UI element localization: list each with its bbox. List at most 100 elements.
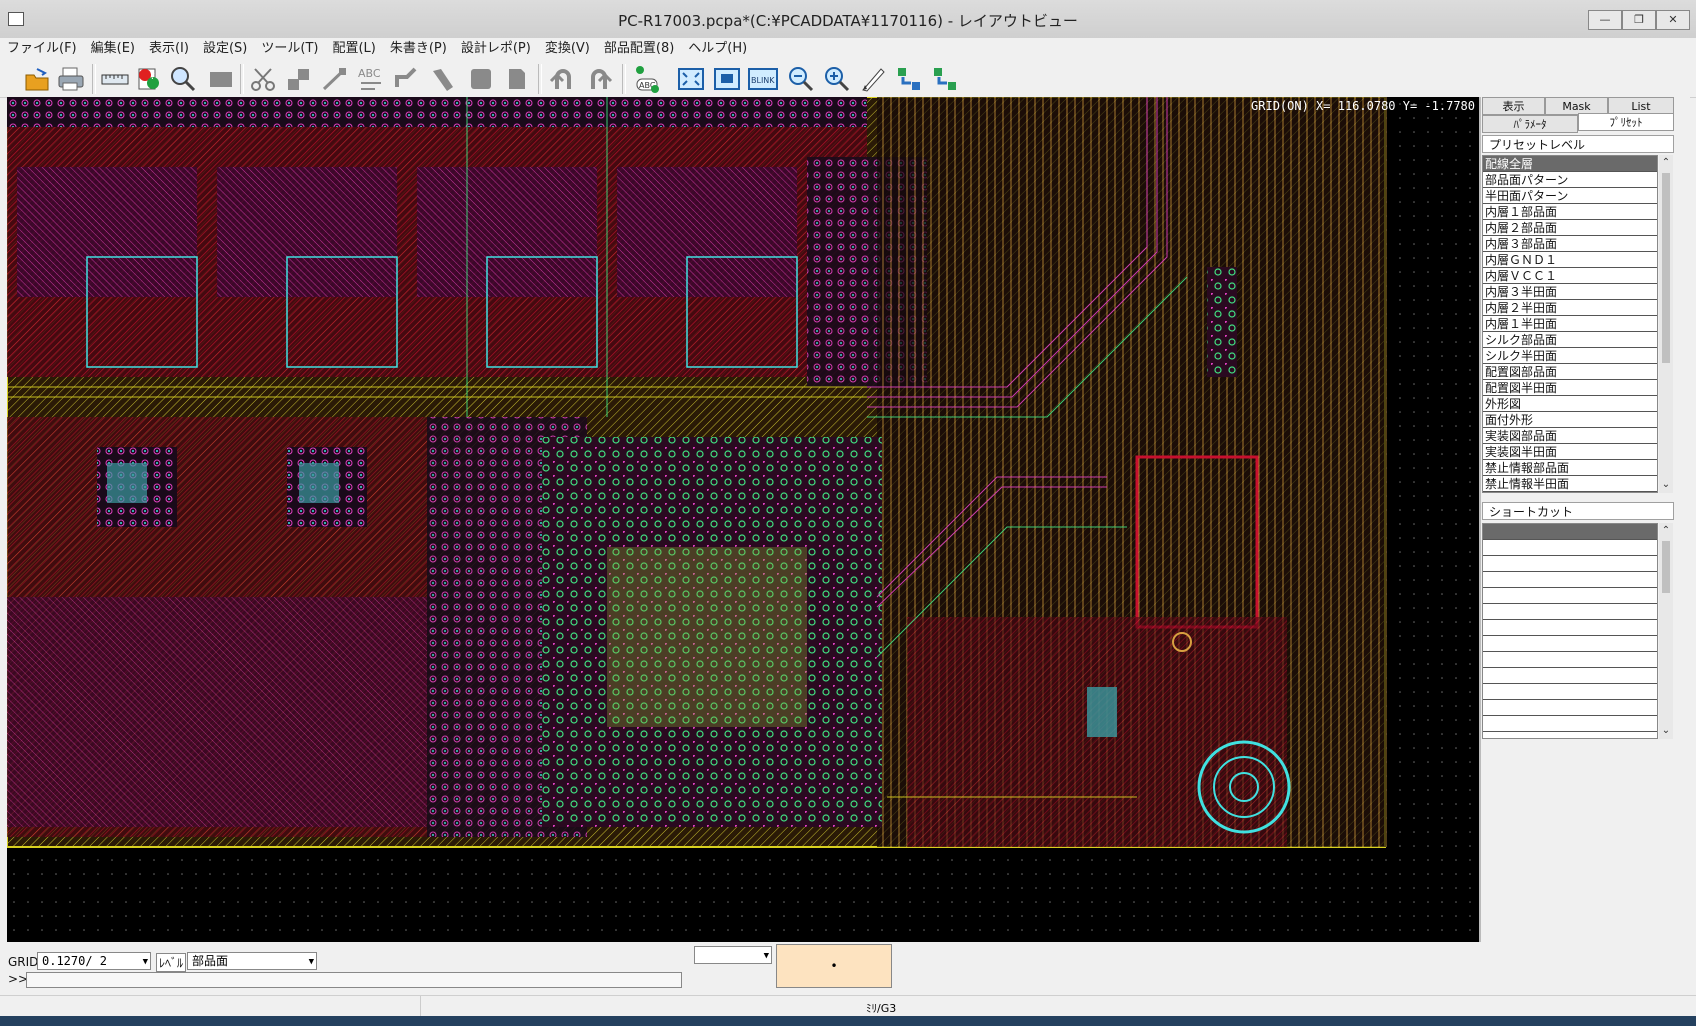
- cut-button[interactable]: [248, 64, 278, 94]
- window-title: PC-R17003.pcpa*(C:¥PCADDATA¥1170116) - レ…: [618, 12, 1078, 30]
- blink-button[interactable]: BLINK: [748, 64, 778, 94]
- preset-level-item[interactable]: 内層ＶＣＣ１: [1483, 268, 1657, 284]
- chevron-down-icon: ▼: [142, 957, 148, 967]
- shortcut-item[interactable]: [1483, 652, 1657, 668]
- link-button[interactable]: [894, 64, 924, 94]
- text-button[interactable]: ABC: [356, 64, 386, 94]
- move-button[interactable]: [284, 64, 314, 94]
- shortcut-item[interactable]: [1483, 572, 1657, 588]
- text-icon: ABC: [358, 67, 381, 90]
- zoom-out-button[interactable]: [786, 64, 816, 94]
- menu-part-placement[interactable]: 部品配置(8): [597, 38, 681, 60]
- layout-canvas[interactable]: GRID(ON) X= 116.0780 Y= -1.7780: [7, 97, 1479, 942]
- menu-help[interactable]: ヘルプ(H): [681, 38, 754, 60]
- shortcut-item[interactable]: [1483, 588, 1657, 604]
- preset-level-item[interactable]: 内層１部品面: [1483, 204, 1657, 220]
- layers-button[interactable]: ?: [134, 64, 164, 94]
- wire-button[interactable]: [320, 64, 350, 94]
- open-button[interactable]: [22, 64, 52, 94]
- pad2-button[interactable]: [466, 64, 496, 94]
- undo-button[interactable]: [548, 64, 578, 94]
- shortcut-list-scrollbar[interactable]: ⌃ ⌄: [1659, 523, 1673, 739]
- print-button[interactable]: [56, 64, 86, 94]
- scroll-up-icon[interactable]: ⌃: [1659, 523, 1673, 539]
- shortcut-item[interactable]: [1483, 524, 1657, 540]
- close-button[interactable]: ✕: [1656, 10, 1690, 30]
- shortcut-item[interactable]: [1483, 700, 1657, 716]
- preset-level-item[interactable]: 禁止情報半田面: [1483, 476, 1657, 492]
- level-select[interactable]: 部品面 ▼: [187, 952, 317, 970]
- preset-level-item[interactable]: 内層ＧＮＤ１: [1483, 252, 1657, 268]
- shortcut-item[interactable]: [1483, 556, 1657, 572]
- preset-level-item[interactable]: 配置図部品面: [1483, 364, 1657, 380]
- command-input[interactable]: [26, 972, 682, 988]
- tab-display[interactable]: 表示: [1482, 97, 1545, 115]
- minimize-button[interactable]: —: [1588, 10, 1622, 30]
- menu-file[interactable]: ファイル(F): [0, 38, 84, 60]
- preset-level-item[interactable]: 実装図部品面: [1483, 428, 1657, 444]
- abc-button[interactable]: ABC: [632, 64, 662, 94]
- redo-button[interactable]: [584, 64, 614, 94]
- shortcut-item[interactable]: [1483, 684, 1657, 700]
- grid-select[interactable]: 0.1270/ 2 ▼: [37, 952, 151, 970]
- route-button[interactable]: [392, 64, 422, 94]
- menu-redline[interactable]: 朱書き(P): [383, 38, 454, 60]
- preset-level-item[interactable]: シルク半田面: [1483, 348, 1657, 364]
- shortcut-item[interactable]: [1483, 716, 1657, 732]
- pcb-layout-drawing: [7, 97, 1479, 942]
- preset-level-item[interactable]: 配置図半田面: [1483, 380, 1657, 396]
- preset-level-item[interactable]: シルク部品面: [1483, 332, 1657, 348]
- preset-level-item[interactable]: 配線全層: [1483, 156, 1657, 172]
- blank-icon: [210, 72, 232, 87]
- scroll-down-icon[interactable]: ⌄: [1659, 477, 1673, 493]
- pen-button[interactable]: [858, 64, 888, 94]
- zoom-area-button[interactable]: [712, 64, 742, 94]
- tab-preset[interactable]: ﾌﾟﾘｾｯﾄ: [1578, 113, 1674, 131]
- preset-level-item[interactable]: 部品面パターン: [1483, 172, 1657, 188]
- shortcut-item[interactable]: [1483, 636, 1657, 652]
- menu-placement[interactable]: 配置(L): [325, 38, 382, 60]
- preset-level-item[interactable]: 半田面パターン: [1483, 188, 1657, 204]
- preset-level-item[interactable]: 内層１半田面: [1483, 316, 1657, 332]
- search-button[interactable]: [168, 64, 198, 94]
- shortcut-item[interactable]: [1483, 620, 1657, 636]
- preset-list-scrollbar[interactable]: ⌃ ⌄: [1659, 155, 1673, 493]
- scroll-up-icon[interactable]: ⌃: [1659, 155, 1673, 171]
- shortcut-item[interactable]: [1483, 668, 1657, 684]
- scroll-thumb[interactable]: [1662, 173, 1670, 363]
- preset-level-item[interactable]: 実装図半田面: [1483, 444, 1657, 460]
- preset-level-item[interactable]: 禁止情報部品面: [1483, 460, 1657, 476]
- measure-button[interactable]: [100, 64, 130, 94]
- blink-icon: BLINK: [748, 68, 778, 90]
- menu-view[interactable]: 表示(I): [142, 38, 196, 60]
- svg-text:?: ?: [150, 71, 155, 82]
- menu-convert[interactable]: 変換(V): [538, 38, 597, 60]
- fit-icon: [678, 68, 704, 90]
- shortcut-item[interactable]: [1483, 604, 1657, 620]
- maximize-button[interactable]: ❐: [1622, 10, 1656, 30]
- tab-parameter[interactable]: ﾊﾟﾗﾒｰﾀ: [1482, 115, 1578, 133]
- blank-button[interactable]: [206, 64, 236, 94]
- zoom-in-button[interactable]: [822, 64, 852, 94]
- scroll-thumb[interactable]: [1662, 541, 1670, 593]
- preset-level-item[interactable]: 内層２半田面: [1483, 300, 1657, 316]
- preset-level-item[interactable]: 内層３半田面: [1483, 284, 1657, 300]
- preset-level-item[interactable]: 面付外形: [1483, 412, 1657, 428]
- pad-button[interactable]: [428, 64, 458, 94]
- page-button[interactable]: [502, 64, 532, 94]
- toolbar-separator: [92, 64, 96, 94]
- menu-design-report[interactable]: 設計レポ(P): [454, 38, 538, 60]
- toolbar-separator: [622, 64, 626, 94]
- preset-level-item[interactable]: 外形図: [1483, 396, 1657, 412]
- menu-settings[interactable]: 設定(S): [196, 38, 254, 60]
- scroll-down-icon[interactable]: ⌄: [1659, 723, 1673, 739]
- unlink-button[interactable]: [930, 64, 960, 94]
- fit-button[interactable]: [676, 64, 706, 94]
- redo-icon: [591, 69, 613, 89]
- mode-select[interactable]: ▼: [694, 946, 772, 964]
- shortcut-item[interactable]: [1483, 540, 1657, 556]
- menu-tools[interactable]: ツール(T): [254, 38, 325, 60]
- preset-level-item[interactable]: 内層３部品面: [1483, 236, 1657, 252]
- preset-level-item[interactable]: 内層２部品面: [1483, 220, 1657, 236]
- menu-edit[interactable]: 編集(E): [84, 38, 142, 60]
